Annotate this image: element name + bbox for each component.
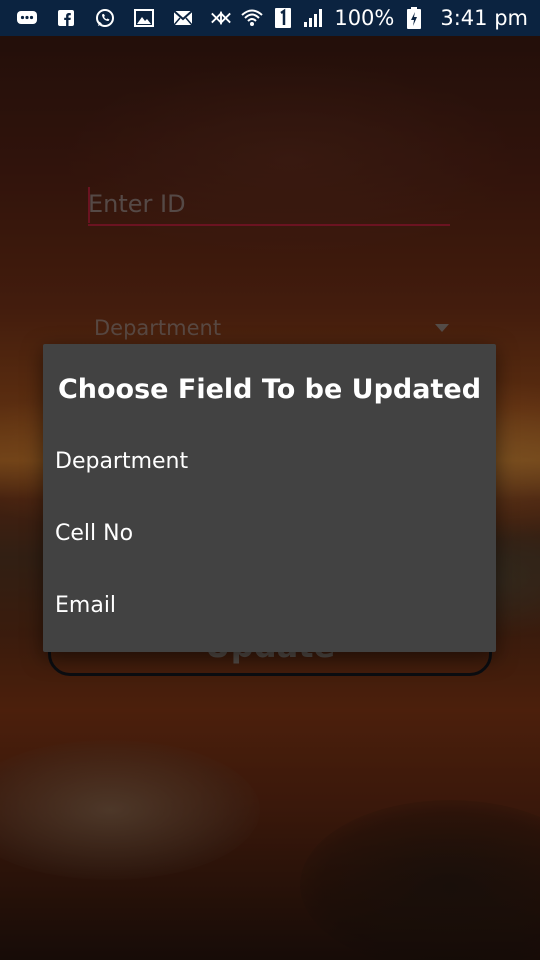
signal-icon <box>303 9 325 27</box>
wifi-icon <box>241 9 263 27</box>
sim-1-icon <box>272 8 294 28</box>
status-bar: 100% 3:41 pm <box>0 0 540 36</box>
gallery-icon <box>133 9 155 27</box>
messaging-icon <box>16 9 38 27</box>
option-department[interactable]: Department <box>43 425 496 497</box>
dialog-title: Choose Field To be Updated <box>57 374 482 405</box>
battery-charging-icon <box>403 7 425 29</box>
choose-field-dialog: Choose Field To be Updated Department Ce… <box>43 344 496 652</box>
whatsapp-icon <box>94 9 116 27</box>
battery-percent: 100% <box>334 6 395 30</box>
mute-icon <box>210 9 232 27</box>
option-cell-no[interactable]: Cell No <box>43 497 496 569</box>
facebook-icon <box>55 9 77 27</box>
option-email[interactable]: Email <box>43 569 496 641</box>
mail-icon <box>172 9 194 27</box>
clock: 3:41 pm <box>440 6 528 30</box>
